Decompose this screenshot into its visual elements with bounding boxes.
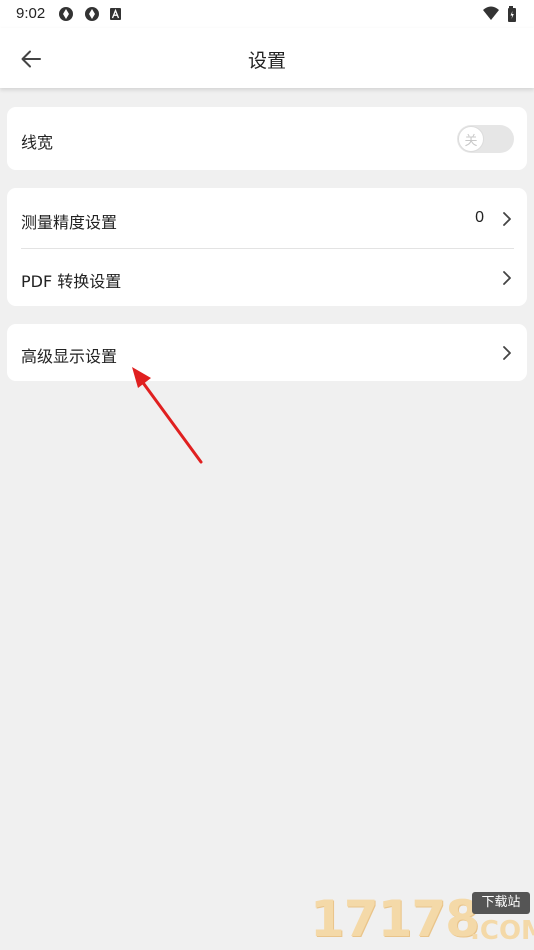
row-label: 线宽	[21, 133, 54, 152]
settings-row-line-width[interactable]: 线宽 关	[7, 107, 527, 170]
measure-precision-value: 0	[475, 209, 484, 226]
settings-card-advanced-display: 高级显示设置	[7, 324, 527, 381]
status-bar: 9:02	[0, 0, 534, 28]
watermark-domain: .COM	[470, 916, 534, 946]
settings-row-pdf-conversion[interactable]: PDF 转换设置	[7, 249, 527, 306]
watermark-number: 17178	[310, 890, 480, 948]
sync-icon	[59, 7, 73, 21]
app-bar: 设置	[0, 28, 534, 88]
status-right-icons	[483, 6, 516, 22]
settings-row-measure-precision[interactable]: 测量精度设置 0	[7, 188, 527, 248]
toggle-knob: 关	[458, 126, 484, 152]
chevron-right-icon	[503, 212, 511, 226]
settings-row-advanced-display[interactable]: 高级显示设置	[7, 324, 527, 381]
settings-card-line-width: 线宽 关	[7, 107, 527, 170]
sync-icon	[85, 7, 99, 21]
line-width-toggle[interactable]: 关	[457, 125, 514, 153]
wifi-icon	[483, 6, 499, 20]
status-time: 9:02	[16, 5, 46, 22]
row-label: PDF 转换设置	[21, 272, 122, 291]
row-label: 测量精度设置	[21, 213, 118, 232]
page-title: 设置	[247, 50, 286, 72]
chevron-right-icon	[503, 271, 511, 285]
watermark-tag: 下载站	[472, 892, 530, 914]
settings-card-measure-pdf: 测量精度设置 0 PDF 转换设置	[7, 188, 527, 306]
toggle-label: 关	[464, 133, 478, 149]
battery-icon	[508, 6, 516, 22]
font-icon	[110, 8, 121, 20]
status-notification-icons	[59, 7, 121, 21]
chevron-right-icon	[503, 346, 511, 360]
watermark-logo: 17178 下载站 .COM	[310, 890, 534, 948]
row-label: 高级显示设置	[21, 347, 118, 366]
